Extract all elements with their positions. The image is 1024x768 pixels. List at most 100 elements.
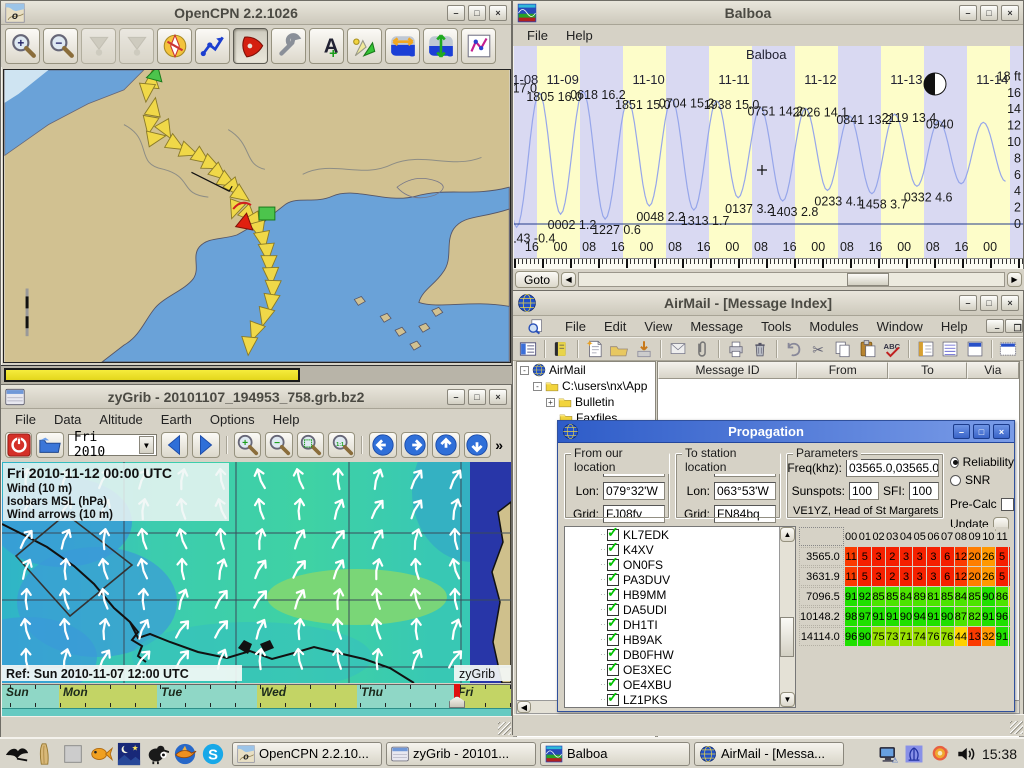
reliability-cell[interactable]: 12 — [955, 567, 968, 586]
go-right-button[interactable] — [401, 432, 428, 458]
to-grid-input[interactable]: FN84bq — [714, 505, 776, 523]
reliability-cell[interactable]: 91 — [886, 607, 899, 626]
zygrib-menu-altitude[interactable]: Altitude — [91, 410, 150, 429]
date-combobox[interactable]: Fri 2010▼ — [68, 434, 157, 456]
scale-out-button[interactable] — [81, 28, 116, 64]
tide-scrollbar[interactable] — [578, 272, 1005, 287]
zygrib-menu-options[interactable]: Options — [202, 410, 263, 429]
own-ship-button[interactable] — [233, 28, 268, 64]
station-row-lz1pks[interactable]: LZ1PKS — [565, 692, 795, 707]
grib-timeline[interactable]: SunMonTueWedThuFri — [2, 684, 511, 708]
reliability-cell[interactable]: 71 — [900, 627, 913, 646]
reliability-cell[interactable]: 44 — [955, 627, 968, 646]
reliability-cell[interactable]: 3 — [927, 547, 940, 566]
reliability-cell[interactable]: 11 — [845, 567, 858, 586]
balboa-menu-help[interactable]: Help — [558, 26, 601, 45]
reliability-cell[interactable]: 3 — [900, 547, 913, 566]
tide-scroll-thumb[interactable] — [847, 273, 889, 286]
reliability-cell[interactable]: 3 — [913, 567, 926, 586]
reliability-cell[interactable]: 2 — [886, 547, 899, 566]
window-view-button[interactable] — [964, 339, 986, 359]
reliability-cell[interactable]: 92 — [858, 587, 871, 606]
volume-tray-icon[interactable] — [956, 744, 976, 764]
taskbar-window-zygrib[interactable]: zyGrib - 20101... — [386, 742, 536, 766]
airmail-resize-grip[interactable] — [1010, 721, 1023, 734]
list-view-button[interactable] — [939, 339, 961, 359]
propagation-titlebar[interactable]: Propagation –□× — [558, 421, 1014, 443]
reliability-cell[interactable]: 91 — [845, 587, 858, 606]
reliability-cell[interactable]: 11 — [845, 547, 858, 566]
reliability-cell[interactable]: 2 — [886, 567, 899, 586]
attach-button[interactable] — [691, 339, 713, 359]
reliability-cell[interactable]: 20 — [968, 567, 981, 586]
goldfish-launcher[interactable] — [87, 741, 114, 767]
goto-button[interactable]: Goto — [515, 271, 559, 288]
airmail-menu-edit[interactable]: Edit — [596, 317, 634, 336]
opencpn-chart-canvas[interactable] — [3, 69, 511, 363]
logbook-button[interactable] — [551, 339, 573, 359]
copy-button[interactable] — [832, 339, 854, 359]
zoom-sel-map-button[interactable]: ⬚ — [297, 432, 324, 458]
station-row-oe3xec[interactable]: OE3XEC — [565, 662, 795, 677]
propagation-grid[interactable]: 0001020304050607080910113565.01153233361… — [798, 526, 1011, 662]
station-scrollbar[interactable]: ▲ ▼ — [779, 527, 795, 707]
go-up-button[interactable] — [432, 432, 459, 458]
airmail-menu-file[interactable]: File — [557, 317, 594, 336]
timeline-day-tue[interactable]: Tue — [157, 684, 257, 708]
index-button[interactable] — [517, 339, 539, 359]
station-checkbox[interactable] — [607, 694, 619, 706]
zygrib-menu-earth[interactable]: Earth — [153, 410, 200, 429]
station-row-oe4xbu[interactable]: OE4XBU — [565, 677, 795, 692]
airmail-titlebar[interactable]: AirMail - [Message Index] –□× — [513, 291, 1023, 316]
resize-grip[interactable] — [498, 722, 511, 735]
station-row-pa3duv[interactable]: PA3DUV — [565, 572, 795, 587]
reliability-cell[interactable]: 91 — [927, 607, 940, 626]
reliability-cell[interactable]: 90 — [941, 607, 954, 626]
station-scroll-up[interactable]: ▲ — [780, 527, 795, 542]
collapse-icon[interactable]: - — [520, 366, 529, 375]
reliability-cell[interactable]: 20 — [968, 547, 981, 566]
create-route-button[interactable] — [195, 28, 230, 64]
reliability-cell[interactable]: 85 — [941, 587, 954, 606]
reliability-cell[interactable]: 26 — [982, 567, 995, 586]
reliability-cell[interactable]: 3 — [913, 547, 926, 566]
reliability-cell[interactable]: 84 — [955, 587, 968, 606]
taskbar-window-opencpn[interactable]: oOpenCPN 2.2.10... — [232, 742, 382, 766]
nav-next-button[interactable] — [192, 432, 219, 458]
station-row-dh1ti[interactable]: DH1TI — [565, 617, 795, 632]
sfi-input[interactable]: 100 — [909, 482, 939, 500]
close-button[interactable]: × — [993, 424, 1010, 439]
print-button[interactable] — [725, 339, 747, 359]
manta-launcher[interactable] — [3, 741, 30, 767]
station-scroll-down[interactable]: ▼ — [780, 692, 795, 707]
station-row-db0fhw[interactable]: DB0FHW — [565, 647, 795, 662]
reliability-cell[interactable]: 84 — [900, 587, 913, 606]
display-tray-icon[interactable]: ⚠ — [878, 744, 898, 764]
close-button[interactable]: × — [1001, 295, 1019, 311]
reliability-cell[interactable]: 5 — [996, 567, 1009, 586]
minimize-button[interactable]: – — [447, 389, 465, 405]
minimize-button[interactable]: – — [959, 5, 977, 21]
marlin-launcher[interactable] — [171, 741, 198, 767]
reliability-cell[interactable]: 90 — [900, 607, 913, 626]
ais-targets-button[interactable] — [157, 28, 192, 64]
terminal-button[interactable] — [998, 339, 1020, 359]
airmail-menu-window[interactable]: Window — [869, 317, 931, 336]
tide-scroll-right[interactable]: ▶ — [1007, 272, 1022, 287]
driftwood-launcher[interactable] — [31, 741, 58, 767]
tide-scroll-left[interactable]: ◀ — [561, 272, 576, 287]
balboa-menu-file[interactable]: File — [519, 26, 556, 45]
maximize-button[interactable]: □ — [980, 295, 998, 311]
snr-radio[interactable] — [950, 475, 961, 486]
tides-button[interactable] — [423, 28, 458, 64]
reliability-cell[interactable]: 12 — [955, 547, 968, 566]
station-row-da5udi[interactable]: DA5UDI — [565, 602, 795, 617]
track-button[interactable] — [461, 28, 496, 64]
reliability-cell[interactable]: 76 — [941, 627, 954, 646]
minimize-button[interactable]: – — [447, 5, 465, 21]
expand-icon[interactable]: + — [546, 398, 555, 407]
kiwi-launcher[interactable] — [143, 741, 170, 767]
reliability-cell[interactable]: 13 — [968, 627, 981, 646]
reliability-cell[interactable]: 87 — [955, 607, 968, 626]
go-left-button[interactable] — [369, 432, 396, 458]
